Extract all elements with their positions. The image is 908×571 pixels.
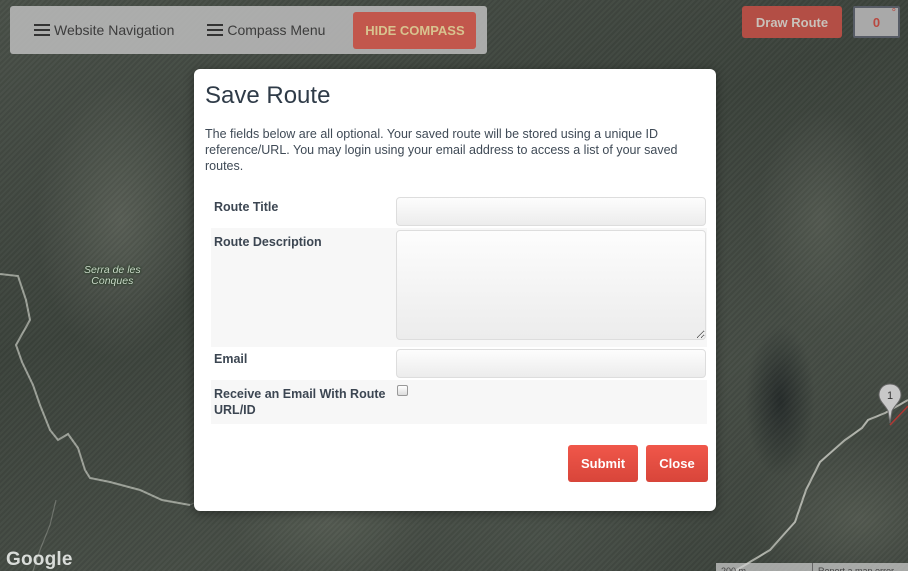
route-description-row: Route Description	[211, 228, 707, 347]
map-pin-icon: 1	[878, 383, 902, 424]
place-label-line2: Conques	[91, 275, 134, 287]
email-input[interactable]	[396, 349, 706, 378]
route-title-input[interactable]	[396, 197, 706, 226]
map-footer: 200 m Report a map error	[716, 563, 908, 571]
scale-label[interactable]: 200 m	[716, 563, 813, 571]
email-label: Email	[214, 352, 248, 366]
route-description-label: Route Description	[211, 228, 392, 347]
place-label: Serra de les Conques	[84, 265, 141, 287]
route-title-row: Route Title	[211, 195, 707, 228]
marker-number: 1	[887, 390, 893, 402]
route-description-textarea[interactable]	[396, 230, 706, 340]
route-title-label: Route Title	[214, 200, 279, 214]
draw-route-button[interactable]: Draw Route	[742, 6, 842, 38]
top-toolbar: Website Navigation Compass Menu HIDE COM…	[10, 6, 487, 54]
receive-email-label: Receive an Email With Route URL/ID	[211, 380, 392, 424]
website-navigation-label: Website Navigation	[54, 22, 175, 38]
receive-email-row: Receive an Email With Route URL/ID	[211, 380, 707, 424]
save-route-form: Route Title Route Description Email Rece…	[211, 195, 707, 424]
road-path	[0, 273, 191, 506]
website-navigation-menu[interactable]: Website Navigation	[34, 22, 174, 38]
compass-bearing-value: 0	[872, 14, 881, 30]
degree-icon: °	[891, 7, 896, 19]
compass-bearing[interactable]: 0 °	[853, 6, 900, 38]
compass-menu[interactable]: Compass Menu	[207, 22, 325, 38]
compass-menu-label: Compass Menu	[227, 22, 326, 38]
save-route-dialog: Save Route The fields below are all opti…	[194, 69, 716, 511]
receive-email-checkbox[interactable]	[397, 385, 408, 396]
google-logo: Google	[6, 549, 73, 570]
hide-compass-button[interactable]: HIDE COMPASS	[353, 11, 477, 49]
close-button[interactable]: Close	[646, 445, 708, 482]
report-map-error-link[interactable]: Report a map error	[813, 563, 894, 571]
email-row: Email	[211, 347, 707, 380]
dialog-title: Save Route	[205, 82, 331, 109]
road-path-3	[734, 399, 908, 571]
hamburger-icon	[34, 24, 50, 36]
submit-button[interactable]: Submit	[568, 445, 638, 482]
hamburger-icon	[207, 24, 224, 36]
dialog-description: The fields below are all optional. Your …	[205, 127, 678, 173]
route-marker[interactable]: 1	[878, 383, 902, 425]
